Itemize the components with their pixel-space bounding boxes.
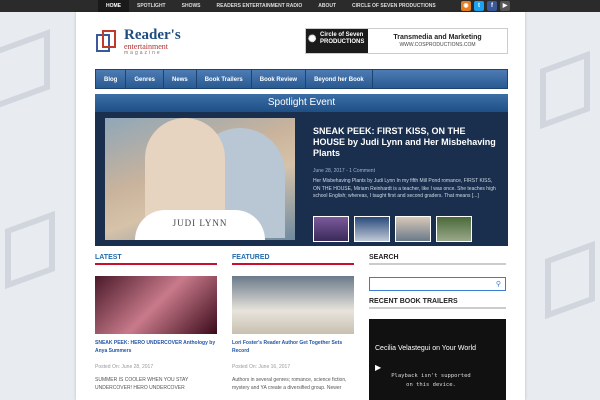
main-navigation: Blog Genres News Book Trailers Book Revi… xyxy=(95,69,508,89)
twitter-icon[interactable]: t xyxy=(474,1,484,11)
facebook-icon[interactable]: f xyxy=(487,1,497,11)
youtube-icon[interactable]: ▶ xyxy=(500,1,510,11)
video-title: Cecilia Velastegui on Your World xyxy=(375,345,477,352)
banner-tagline: Transmedia and Marketing WWW.COSPRODUCTI… xyxy=(393,33,482,49)
nav-genres[interactable]: Genres xyxy=(126,70,165,88)
thumbnail[interactable] xyxy=(313,216,349,242)
featured-title[interactable]: Lori Foster's Reader Author Get Together… xyxy=(232,340,354,355)
spotlight-title[interactable]: SNEAK PEEK: FIRST KISS, ON THE HOUSE by … xyxy=(313,126,498,158)
background-book-decoration xyxy=(0,29,50,111)
trailers-heading: RECENT BOOK TRAILERS xyxy=(369,296,506,309)
featured-image[interactable] xyxy=(232,276,354,334)
top-navigation: HOME SPOTLIGHT SHOWS READERS ENTERTAINME… xyxy=(98,0,444,12)
topnav-radio[interactable]: READERS ENTERTAINMENT RADIO xyxy=(209,0,311,12)
nav-book-trailers[interactable]: Book Trailers xyxy=(197,70,252,88)
featured-heading: FEATURED xyxy=(232,252,354,265)
logo-book-icon xyxy=(96,30,120,54)
nav-news[interactable]: News xyxy=(164,70,197,88)
thumbnail[interactable] xyxy=(436,216,472,242)
video-error-message: Playback isn't supported on this device. xyxy=(391,373,471,388)
latest-title[interactable]: SNEAK PEEK: HERO UNDERCOVER Anthology by… xyxy=(95,340,217,355)
search-icon[interactable]: ⚲ xyxy=(496,280,501,288)
background-book-decoration xyxy=(545,240,595,320)
background-book-decoration xyxy=(5,210,55,290)
spotlight-image-author: JUDI LYNN xyxy=(172,218,228,228)
ad-banner[interactable]: Circle of Seven PRODUCTIONS Transmedia a… xyxy=(305,28,508,54)
nav-beyond-her-book[interactable]: Beyond her Book xyxy=(306,70,373,88)
spotlight-image[interactable]: JUDI LYNN xyxy=(105,118,295,240)
main-page: Reader's entertainment magazine Circle o… xyxy=(76,12,525,400)
background-book-decoration xyxy=(540,50,590,130)
latest-image[interactable] xyxy=(95,276,217,334)
spotlight-slider: JUDI LYNN SNEAK PEEK: FIRST KISS, ON THE… xyxy=(95,112,508,246)
topnav-spotlight[interactable]: SPOTLIGHT xyxy=(129,0,174,12)
featured-excerpt: Authors in several genres; romance, scie… xyxy=(232,377,347,391)
nav-book-review[interactable]: Book Review xyxy=(252,70,307,88)
spotlight-heading: Spotlight Event xyxy=(95,94,508,112)
logo-line1: Reader's xyxy=(124,27,181,43)
banner-brand: Circle of Seven PRODUCTIONS xyxy=(306,29,368,53)
latest-excerpt: SUMMER IS COOLER WHEN YOU STAY UNDERCOVE… xyxy=(95,377,189,391)
social-icons: ◉ t f ▶ xyxy=(461,1,510,11)
featured-meta: Posted On: June 16, 2017 xyxy=(232,364,291,370)
spotlight-excerpt: Her Misbehaving Plants by Judi Lynn In m… xyxy=(313,178,496,199)
thumbnail[interactable] xyxy=(354,216,390,242)
search-heading: SEARCH xyxy=(369,252,506,265)
site-logo[interactable]: Reader's entertainment magazine xyxy=(96,28,181,56)
video-player[interactable]: Cecilia Velastegui on Your World ▶ Playb… xyxy=(369,319,506,400)
spotlight-thumbnails xyxy=(313,216,472,242)
play-icon[interactable]: ▶ xyxy=(375,363,381,372)
topnav-circle-of-seven[interactable]: CIRCLE OF SEVEN PRODUCTIONS xyxy=(344,0,444,12)
thumbnail[interactable] xyxy=(395,216,431,242)
topnav-about[interactable]: ABOUT xyxy=(310,0,344,12)
rss-icon[interactable]: ◉ xyxy=(461,1,471,11)
topnav-shows[interactable]: SHOWS xyxy=(174,0,209,12)
spotlight-meta: June 28, 2017 - 1 Comment xyxy=(313,168,375,174)
latest-meta: Posted On: June 28, 2017 xyxy=(95,364,154,370)
nav-blog[interactable]: Blog xyxy=(96,70,127,88)
latest-heading: LATEST xyxy=(95,252,217,265)
top-bar: HOME SPOTLIGHT SHOWS READERS ENTERTAINME… xyxy=(0,0,600,12)
search-input[interactable]: ⚲ xyxy=(369,277,506,291)
logo-line3: magazine xyxy=(124,50,162,56)
topnav-home[interactable]: HOME xyxy=(98,0,129,12)
